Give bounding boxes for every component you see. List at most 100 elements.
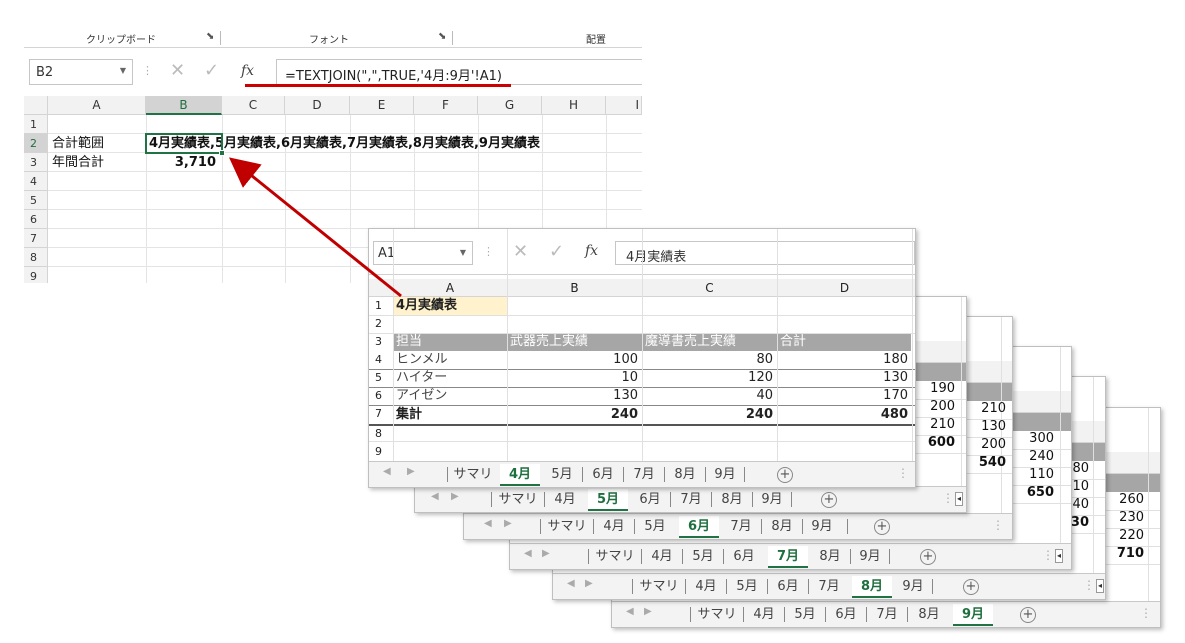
tab-summary[interactable]: サマリ [449, 464, 497, 486]
tab-jul[interactable]: 7月 [868, 604, 906, 626]
row-header[interactable]: 8 [375, 425, 382, 443]
row-header[interactable]: 3 [375, 333, 382, 351]
tab-may[interactable]: 5月 [543, 464, 581, 486]
total-label-cell[interactable]: 集計 [396, 406, 422, 424]
tab-jul[interactable]: 7月 [672, 489, 710, 511]
total-cell[interactable]: 240 [642, 406, 773, 424]
row-header[interactable]: 1 [375, 297, 382, 315]
tab-jun[interactable]: 6月 [769, 576, 807, 598]
row-header[interactable]: 2 [375, 315, 382, 333]
add-sheet-icon[interactable]: + [821, 492, 837, 508]
value-cell[interactable]: 80 [642, 351, 773, 369]
column-header[interactable]: C [642, 279, 777, 297]
tab-scroll-right-icon[interactable]: ▶ [585, 578, 593, 589]
tab-aug[interactable]: 8月 [666, 464, 704, 486]
row-header[interactable]: 3 [24, 153, 48, 172]
row-header[interactable]: 5 [375, 369, 382, 387]
tab-aug[interactable]: 8月 [763, 516, 801, 538]
tab-jun[interactable]: 6月 [679, 516, 719, 538]
tab-scroll-right-icon[interactable]: ▶ [504, 518, 512, 529]
row-header[interactable]: 1 [24, 115, 48, 134]
tab-aug[interactable]: 8月 [811, 546, 849, 568]
dialog-launcher-icon[interactable]: ⬊ [438, 31, 446, 42]
tab-aug[interactable]: 8月 [909, 604, 949, 626]
tab-sep[interactable]: 9月 [707, 464, 743, 486]
tab-may[interactable]: 5月 [684, 546, 722, 568]
tab-scroll-right-icon[interactable]: ▶ [451, 491, 459, 502]
tab-sep[interactable]: 9月 [895, 576, 931, 598]
formula-input[interactable]: =TEXTJOIN(",",TRUE,'4月:9月'!A1) [276, 59, 642, 85]
column-header[interactable]: B [507, 279, 642, 297]
tab-scroll-left-icon[interactable]: ◀ [383, 466, 391, 477]
row-header[interactable]: 4 [375, 351, 382, 369]
tab-scroll-left-icon[interactable]: ◀ [524, 548, 532, 559]
person-cell[interactable]: ハイター [396, 369, 447, 387]
row-header[interactable]: 7 [375, 405, 382, 423]
value-cell[interactable]: 120 [642, 369, 773, 387]
scroll-left-icon[interactable]: ◂ [1096, 579, 1104, 593]
column-header[interactable]: B [146, 96, 222, 115]
cell-b3[interactable]: 3,710 [146, 153, 216, 172]
column-header[interactable]: G [478, 96, 542, 115]
person-cell[interactable]: ヒンメル [396, 351, 448, 369]
tab-may[interactable]: 5月 [728, 576, 766, 598]
column-header[interactable]: I [606, 96, 642, 115]
tab-apr[interactable]: 4月 [546, 489, 584, 511]
add-sheet-icon[interactable]: + [1020, 607, 1036, 623]
enter-icon[interactable]: ✓ [549, 241, 564, 262]
row-header[interactable]: 4 [24, 172, 48, 191]
tab-sep[interactable]: 9月 [754, 489, 790, 511]
tab-jun[interactable]: 6月 [584, 464, 622, 486]
value-cell[interactable]: 130 [777, 369, 908, 387]
total-cell[interactable]: 480 [777, 406, 908, 424]
column-header[interactable]: A [48, 96, 146, 115]
tab-aug[interactable]: 8月 [852, 576, 892, 598]
tab-scroll-right-icon[interactable]: ▶ [407, 466, 415, 477]
add-sheet-icon[interactable]: + [777, 467, 793, 483]
tab-sep[interactable]: 9月 [953, 604, 993, 626]
ribbon-group-alignment[interactable]: 配置 [586, 31, 606, 46]
tab-scroll-left-icon[interactable]: ◀ [626, 606, 634, 617]
cell-a1-title[interactable]: 4月実績表 [396, 297, 457, 315]
header-cell[interactable]: 魔導書売上実績 [645, 333, 736, 351]
value-cell[interactable]: 100 [507, 351, 638, 369]
chevron-down-icon[interactable]: ▼ [120, 66, 126, 75]
tab-apr[interactable]: 4月 [745, 604, 783, 626]
add-sheet-icon[interactable]: + [874, 519, 890, 535]
name-box[interactable]: B2 ▼ [29, 59, 133, 85]
value-cell[interactable]: 10 [507, 369, 638, 387]
chevron-down-icon[interactable]: ▼ [460, 248, 466, 257]
tab-may[interactable]: 5月 [786, 604, 824, 626]
tab-summary[interactable]: サマリ [542, 516, 592, 538]
cancel-icon[interactable]: ✕ [513, 241, 528, 262]
column-header[interactable]: F [414, 96, 478, 115]
tab-summary[interactable]: サマリ [634, 576, 684, 598]
tab-scroll-left-icon[interactable]: ◀ [431, 491, 439, 502]
row-header[interactable]: 8 [24, 248, 48, 267]
tab-summary[interactable]: サマリ [590, 546, 640, 568]
fill-handle[interactable] [219, 150, 225, 156]
scroll-left-icon[interactable]: ◂ [955, 492, 963, 506]
tab-may[interactable]: 5月 [588, 489, 628, 511]
cancel-icon[interactable]: ✕ [170, 60, 185, 81]
value-cell[interactable]: 40 [642, 387, 773, 405]
scroll-left-icon[interactable]: ◂ [1055, 549, 1063, 563]
column-header[interactable]: E [350, 96, 414, 115]
value-cell[interactable]: 180 [777, 351, 908, 369]
row-header[interactable]: 6 [375, 387, 382, 405]
tab-scroll-right-icon[interactable]: ▶ [644, 606, 652, 617]
tab-jul[interactable]: 7月 [625, 464, 663, 486]
tab-apr[interactable]: 4月 [643, 546, 681, 568]
cell-a2[interactable]: 合計範囲 [52, 134, 104, 153]
value-cell[interactable]: 130 [507, 387, 638, 405]
dialog-launcher-icon[interactable]: ⬊ [206, 31, 214, 42]
row-header[interactable]: 9 [375, 443, 382, 461]
add-sheet-icon[interactable]: + [920, 549, 936, 565]
row-header[interactable]: 9 [24, 267, 48, 283]
tab-jul[interactable]: 7月 [810, 576, 848, 598]
select-all-corner[interactable] [24, 96, 48, 115]
tab-scroll-left-icon[interactable]: ◀ [484, 518, 492, 529]
insert-function-icon[interactable]: fx [585, 243, 598, 259]
tab-jun[interactable]: 6月 [631, 489, 669, 511]
column-header[interactable]: D [285, 96, 350, 115]
